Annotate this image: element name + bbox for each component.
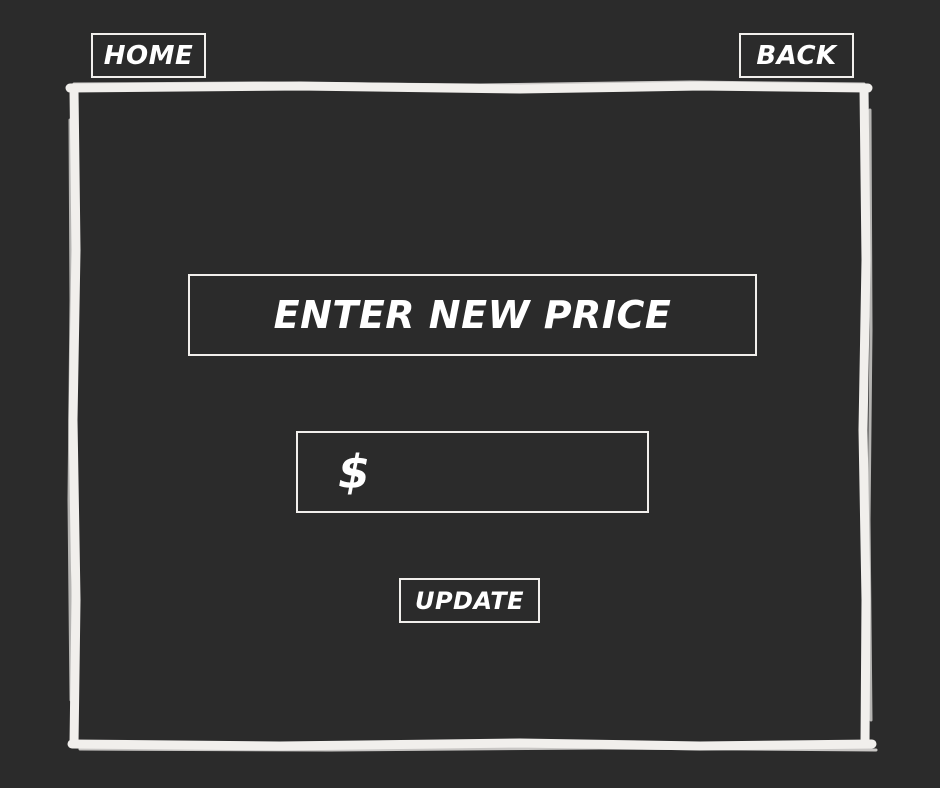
price-update-screen: HOME BACK ENTER NEW PRICE $ UPDATE xyxy=(0,0,940,788)
back-button[interactable]: BACK xyxy=(739,33,854,78)
price-field[interactable]: $ xyxy=(296,431,858,513)
update-button[interactable]: UPDATE xyxy=(399,578,540,623)
dollar-sign-icon: $ xyxy=(338,445,371,499)
home-button[interactable]: HOME xyxy=(91,33,206,78)
chalk-frame-border xyxy=(65,80,878,752)
enter-price-title: ENTER NEW PRICE xyxy=(188,274,757,356)
price-input[interactable] xyxy=(382,444,858,500)
